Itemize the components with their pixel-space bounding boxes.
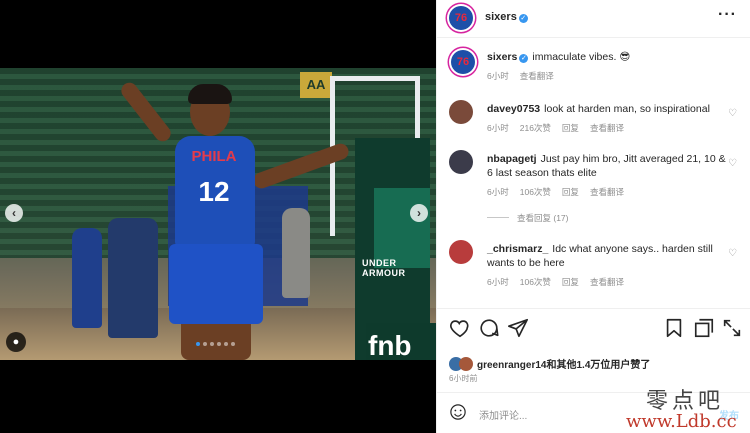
comment-reply-link[interactable]: 回复 [562, 277, 579, 287]
comment-meta: 6小时 106次赞 回复 查看翻译 [487, 275, 727, 289]
comment-translate-link[interactable]: 查看翻译 [590, 123, 624, 133]
comment-bubble-icon[interactable] [478, 317, 500, 339]
more-options-icon[interactable]: ··· [718, 6, 737, 24]
comment-likes[interactable]: 106次赞 [520, 277, 551, 287]
carousel-dot [231, 342, 235, 346]
comment-likes[interactable]: 106次赞 [520, 187, 551, 197]
sixers-logo-icon: 76 [449, 6, 473, 30]
player: PHILA 12 [118, 79, 351, 360]
comment-username[interactable]: davey0753 [487, 103, 540, 115]
view-replies-link[interactable]: 查看回复 (17) [487, 212, 568, 224]
header-username-text[interactable]: sixers [485, 11, 517, 23]
player-hair [188, 84, 232, 104]
liker-avatar [459, 357, 473, 371]
comment-username[interactable]: _chrismarz_ [487, 243, 548, 255]
verified-badge-icon: ✓ [518, 14, 528, 23]
comment-time: 6小时 [487, 277, 509, 287]
next-arrow-icon[interactable]: › [410, 204, 428, 222]
comment-body: nbapagetj Just pay him bro, Jitt averaged… [487, 152, 727, 199]
post-photo: AA UNDER ARMOUR fnb PHILA 12 [0, 68, 436, 360]
comment-input[interactable]: 添加评论... [479, 407, 527, 422]
heart-icon[interactable]: ♡ [728, 158, 737, 169]
caption-translate-link[interactable]: 查看翻译 [520, 71, 554, 81]
arena-sign: AA [300, 72, 332, 98]
carousel-dot [210, 342, 214, 346]
jersey-text: PHILA [191, 148, 237, 165]
sponsor-logo: fnb [368, 330, 412, 360]
heart-icon[interactable]: ♡ [728, 248, 737, 259]
sponsor-text: UNDER ARMOUR [362, 258, 406, 278]
carousel-dots [196, 342, 235, 346]
player-shorts [169, 244, 263, 324]
action-bar [437, 308, 750, 350]
caption-time: 6小时 [487, 71, 509, 81]
comments-list: 76 sixers ✓ immaculate vibes. 😎 6小时 查看翻译 da… [437, 38, 750, 308]
likes-text[interactable]: greenranger14和其他1.4万位用户赞了 [477, 360, 650, 371]
posted-time: 6小时前 [449, 374, 478, 383]
stanchion-panel [374, 188, 430, 268]
caption-avatar[interactable]: 76 [449, 48, 477, 76]
view-replies-text[interactable]: 查看回复 (17) [517, 213, 568, 223]
post-sidebar: 76 sixers ✓ ··· 76 sixers ✓ immaculate vibe… [436, 0, 750, 433]
comment-translate-link[interactable]: 查看翻译 [590, 187, 624, 197]
background-person [72, 228, 102, 328]
commenter-avatar[interactable] [449, 100, 473, 124]
caption-username[interactable]: sixers [487, 51, 517, 63]
comment-body: davey0753 look at harden man, so inspirat… [487, 102, 727, 135]
commenter-avatar[interactable] [449, 240, 473, 264]
share-paper-plane-icon[interactable] [507, 317, 529, 339]
comment-reply-link[interactable]: 回复 [562, 187, 579, 197]
comment-time: 6小时 [487, 123, 509, 133]
save-bookmark-icon[interactable] [663, 317, 685, 339]
post-media[interactable]: AA UNDER ARMOUR fnb PHILA 12 ‹ › ● [0, 0, 436, 433]
carousel-dot [217, 342, 221, 346]
comment-translate-link[interactable]: 查看翻译 [590, 277, 624, 287]
comment-text: look at harden man, so inspirational [544, 103, 710, 115]
account-avatar[interactable]: 76 [447, 4, 475, 32]
like-heart-icon[interactable] [449, 317, 471, 339]
comment-username[interactable]: nbapagetj [487, 153, 537, 165]
caption-text: immaculate vibes. 😎 [532, 51, 631, 63]
carousel-dot [203, 342, 207, 346]
caption-body: sixers ✓ immaculate vibes. 😎 6小时 查看翻译 [487, 50, 727, 83]
expand-icon[interactable] [721, 317, 743, 339]
comment-likes[interactable]: 216次赞 [520, 123, 551, 133]
comment-time: 6小时 [487, 187, 509, 197]
emoji-icon[interactable] [449, 403, 467, 421]
jersey-number: 12 [198, 176, 230, 207]
replies-divider [487, 217, 509, 218]
add-comment-bar: 添加评论... 发布 [437, 392, 750, 433]
verified-badge-icon: ✓ [519, 54, 529, 63]
comment-reply-link[interactable]: 回复 [562, 123, 579, 133]
background-person [282, 208, 310, 298]
prev-arrow-icon[interactable]: ‹ [5, 204, 23, 222]
sixers-logo-icon: 76 [451, 50, 475, 74]
caption-meta: 6小时 查看翻译 [487, 69, 727, 83]
header-username[interactable]: sixers ✓ [485, 11, 528, 23]
post-header: 76 sixers ✓ ··· [437, 0, 750, 38]
carousel-dot-active [196, 342, 200, 346]
comment-meta: 6小时 106次赞 回复 查看翻译 [487, 185, 727, 199]
background-coach [108, 218, 158, 338]
tagged-users-icon[interactable]: ● [6, 332, 26, 352]
post-comment-button[interactable]: 发布 [719, 407, 739, 422]
heart-icon[interactable]: ♡ [728, 108, 737, 119]
comment-body: _chrismarz_ Idc what anyone says.. harden… [487, 242, 727, 289]
carousel-dot [224, 342, 228, 346]
commenter-avatar[interactable] [449, 150, 473, 174]
collection-icon[interactable] [693, 317, 715, 339]
comment-meta: 6小时 216次赞 回复 查看翻译 [487, 121, 727, 135]
likes-summary[interactable]: greenranger14和其他1.4万位用户赞了 [449, 356, 650, 371]
